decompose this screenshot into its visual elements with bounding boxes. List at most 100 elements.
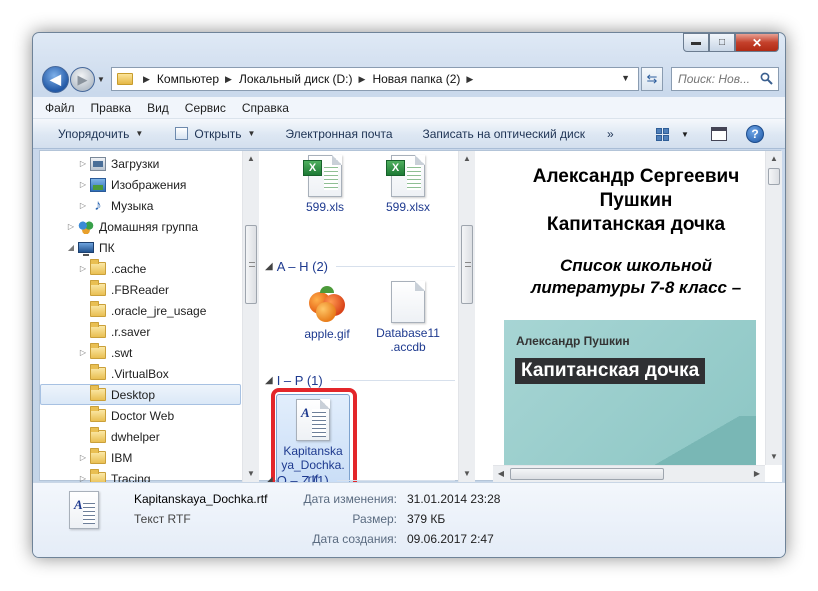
change-view-button[interactable]: [656, 128, 670, 141]
burn-button[interactable]: Записать на оптический диск: [423, 127, 586, 141]
group-header-o-z[interactable]: ◢ O – Z (1): [265, 471, 455, 482]
breadcrumb-computer[interactable]: Компьютер: [157, 72, 219, 86]
nav-item-tracing[interactable]: ▷ Tracing: [40, 468, 241, 482]
nav-item-swt[interactable]: ▷ .swt: [40, 342, 241, 363]
nav-item-label: ПК: [99, 240, 115, 255]
search-box[interactable]: [671, 67, 779, 91]
expand-arrow-icon[interactable]: ▷: [78, 180, 88, 189]
gif-image-icon: [306, 284, 348, 324]
nav-item-dwhelper[interactable]: dwhelper: [40, 426, 241, 447]
scroll-up-arrow-icon[interactable]: ▲: [766, 151, 782, 167]
group-header-a-h[interactable]: ◢ A – H (2): [265, 257, 455, 275]
recent-pages-dropdown[interactable]: ▼: [97, 75, 105, 84]
scroll-up-arrow-icon[interactable]: ▲: [243, 151, 259, 167]
breadcrumb-new-folder[interactable]: Новая папка (2): [372, 72, 460, 86]
file-list-scrollbar-thumb[interactable]: [461, 225, 473, 304]
menu-edit[interactable]: Правка: [91, 101, 132, 115]
expand-arrow-icon[interactable]: ▷: [78, 264, 88, 273]
address-history-dropdown[interactable]: ▼: [621, 73, 630, 83]
file-item[interactable]: Database11 .accdb: [370, 281, 446, 354]
file-name: 599.xls: [305, 200, 345, 214]
close-button[interactable]: ✕: [735, 33, 779, 52]
nav-item-label: Домашняя группа: [99, 219, 199, 234]
nav-item-computer[interactable]: ◢ ПК: [40, 237, 241, 258]
minimize-button[interactable]: ▬: [683, 33, 709, 52]
expand-arrow-icon[interactable]: ▷: [78, 159, 88, 168]
menu-bar: Файл Правка Вид Сервис Справка: [33, 97, 785, 119]
scroll-down-arrow-icon[interactable]: ▼: [459, 466, 475, 482]
nav-item-oracle-jre-usage[interactable]: .oracle_jre_usage: [40, 300, 241, 321]
preview-hscroll-thumb[interactable]: [510, 468, 664, 480]
scroll-left-arrow-icon[interactable]: ◀: [493, 466, 509, 482]
maximize-button[interactable]: □: [709, 33, 735, 52]
nav-item-label: .FBReader: [111, 282, 170, 297]
folder-icon: [90, 427, 106, 443]
expand-arrow-icon[interactable]: ▷: [78, 348, 88, 357]
preview-vertical-scrollbar[interactable]: ▲ ▼: [765, 151, 782, 465]
group-label: O – Z (1): [276, 472, 329, 483]
organize-button[interactable]: Упорядочить ▼: [58, 127, 143, 141]
file-list-scrollbar[interactable]: ▲ ▼: [458, 151, 475, 482]
chevron-right-icon[interactable]: ▶: [143, 74, 150, 85]
chevron-right-icon[interactable]: ▶: [225, 74, 232, 85]
search-input[interactable]: [678, 72, 758, 86]
scroll-up-arrow-icon[interactable]: ▲: [459, 151, 475, 167]
nav-scrollbar[interactable]: ▲ ▼: [242, 151, 259, 482]
help-icon[interactable]: ?: [746, 125, 764, 143]
nav-scrollbar-thumb[interactable]: [245, 225, 257, 304]
group-label: A – H (2): [276, 258, 328, 274]
scroll-right-arrow-icon[interactable]: ▶: [749, 466, 765, 482]
menu-view[interactable]: Вид: [147, 101, 169, 115]
chevron-right-icon[interactable]: ▶: [466, 74, 473, 85]
nav-item-downloads[interactable]: ▷ Загрузки: [40, 153, 241, 174]
file-item[interactable]: X 599.xlsx: [370, 155, 446, 214]
nav-item-label: Tracing: [111, 471, 151, 483]
chevron-down-icon: ▼: [135, 129, 144, 138]
view-grid-icon: [656, 135, 662, 141]
nav-item-homegroup[interactable]: ▷ Домашняя группа: [40, 216, 241, 237]
view-grid-icon: [656, 128, 662, 134]
refresh-button[interactable]: ⇆: [641, 67, 663, 91]
folder-icon: [90, 406, 106, 422]
nav-item-fbreader[interactable]: .FBReader: [40, 279, 241, 300]
menu-file[interactable]: Файл: [45, 101, 75, 115]
collapse-arrow-icon[interactable]: ◢: [66, 243, 76, 252]
cover-title: Капитанская дочка: [515, 358, 706, 384]
scroll-down-arrow-icon[interactable]: ▼: [766, 449, 782, 465]
folder-icon: [90, 385, 106, 401]
nav-item-virtualbox[interactable]: .VirtualBox: [40, 363, 241, 384]
expand-arrow-icon[interactable]: ▷: [66, 222, 76, 231]
nav-item-r-saver[interactable]: .r.saver: [40, 321, 241, 342]
minimize-icon: ▬: [691, 37, 701, 48]
preview-horizontal-scrollbar[interactable]: ◀ ▶: [493, 465, 765, 482]
open-button[interactable]: Открыть ▼: [175, 127, 255, 141]
menu-tools[interactable]: Сервис: [185, 101, 226, 115]
nav-item-doctor-web[interactable]: Doctor Web: [40, 405, 241, 426]
preview-pane-toggle[interactable]: [711, 127, 727, 141]
breadcrumb-drive-d[interactable]: Локальный диск (D:): [239, 72, 353, 86]
file-item[interactable]: apple.gif: [289, 284, 365, 341]
back-button[interactable]: ◀: [42, 66, 69, 93]
expand-arrow-icon[interactable]: ▷: [78, 474, 88, 482]
address-bar[interactable]: ▶ Компьютер ▶ Локальный диск (D:) ▶ Нова…: [111, 67, 639, 91]
file-item[interactable]: X 599.xls: [287, 155, 363, 214]
view-options-dropdown[interactable]: ▼: [681, 130, 689, 139]
view-grid-icon: [663, 128, 669, 134]
downloads-icon: [90, 156, 106, 171]
nav-item-cache[interactable]: ▷ .cache: [40, 258, 241, 279]
expand-arrow-icon[interactable]: ▷: [78, 201, 88, 210]
nav-item-pictures[interactable]: ▷ Изображения: [40, 174, 241, 195]
scroll-down-arrow-icon[interactable]: ▼: [243, 466, 259, 482]
collapse-arrow-icon: ◢: [265, 260, 273, 272]
more-commands-button[interactable]: »: [607, 127, 614, 141]
nav-item-desktop[interactable]: Desktop: [40, 384, 241, 405]
preview-vscroll-thumb[interactable]: [768, 168, 780, 185]
group-header-i-p[interactable]: ◢ I – P (1): [265, 371, 455, 389]
nav-item-ibm[interactable]: ▷ IBM: [40, 447, 241, 468]
nav-item-music[interactable]: ▷ ♪ Музыка: [40, 195, 241, 216]
expand-arrow-icon[interactable]: ▷: [78, 453, 88, 462]
menu-help[interactable]: Справка: [242, 101, 289, 115]
chevron-right-icon[interactable]: ▶: [359, 74, 366, 85]
forward-button[interactable]: ▶: [70, 67, 95, 92]
email-button[interactable]: Электронная почта: [285, 127, 392, 141]
